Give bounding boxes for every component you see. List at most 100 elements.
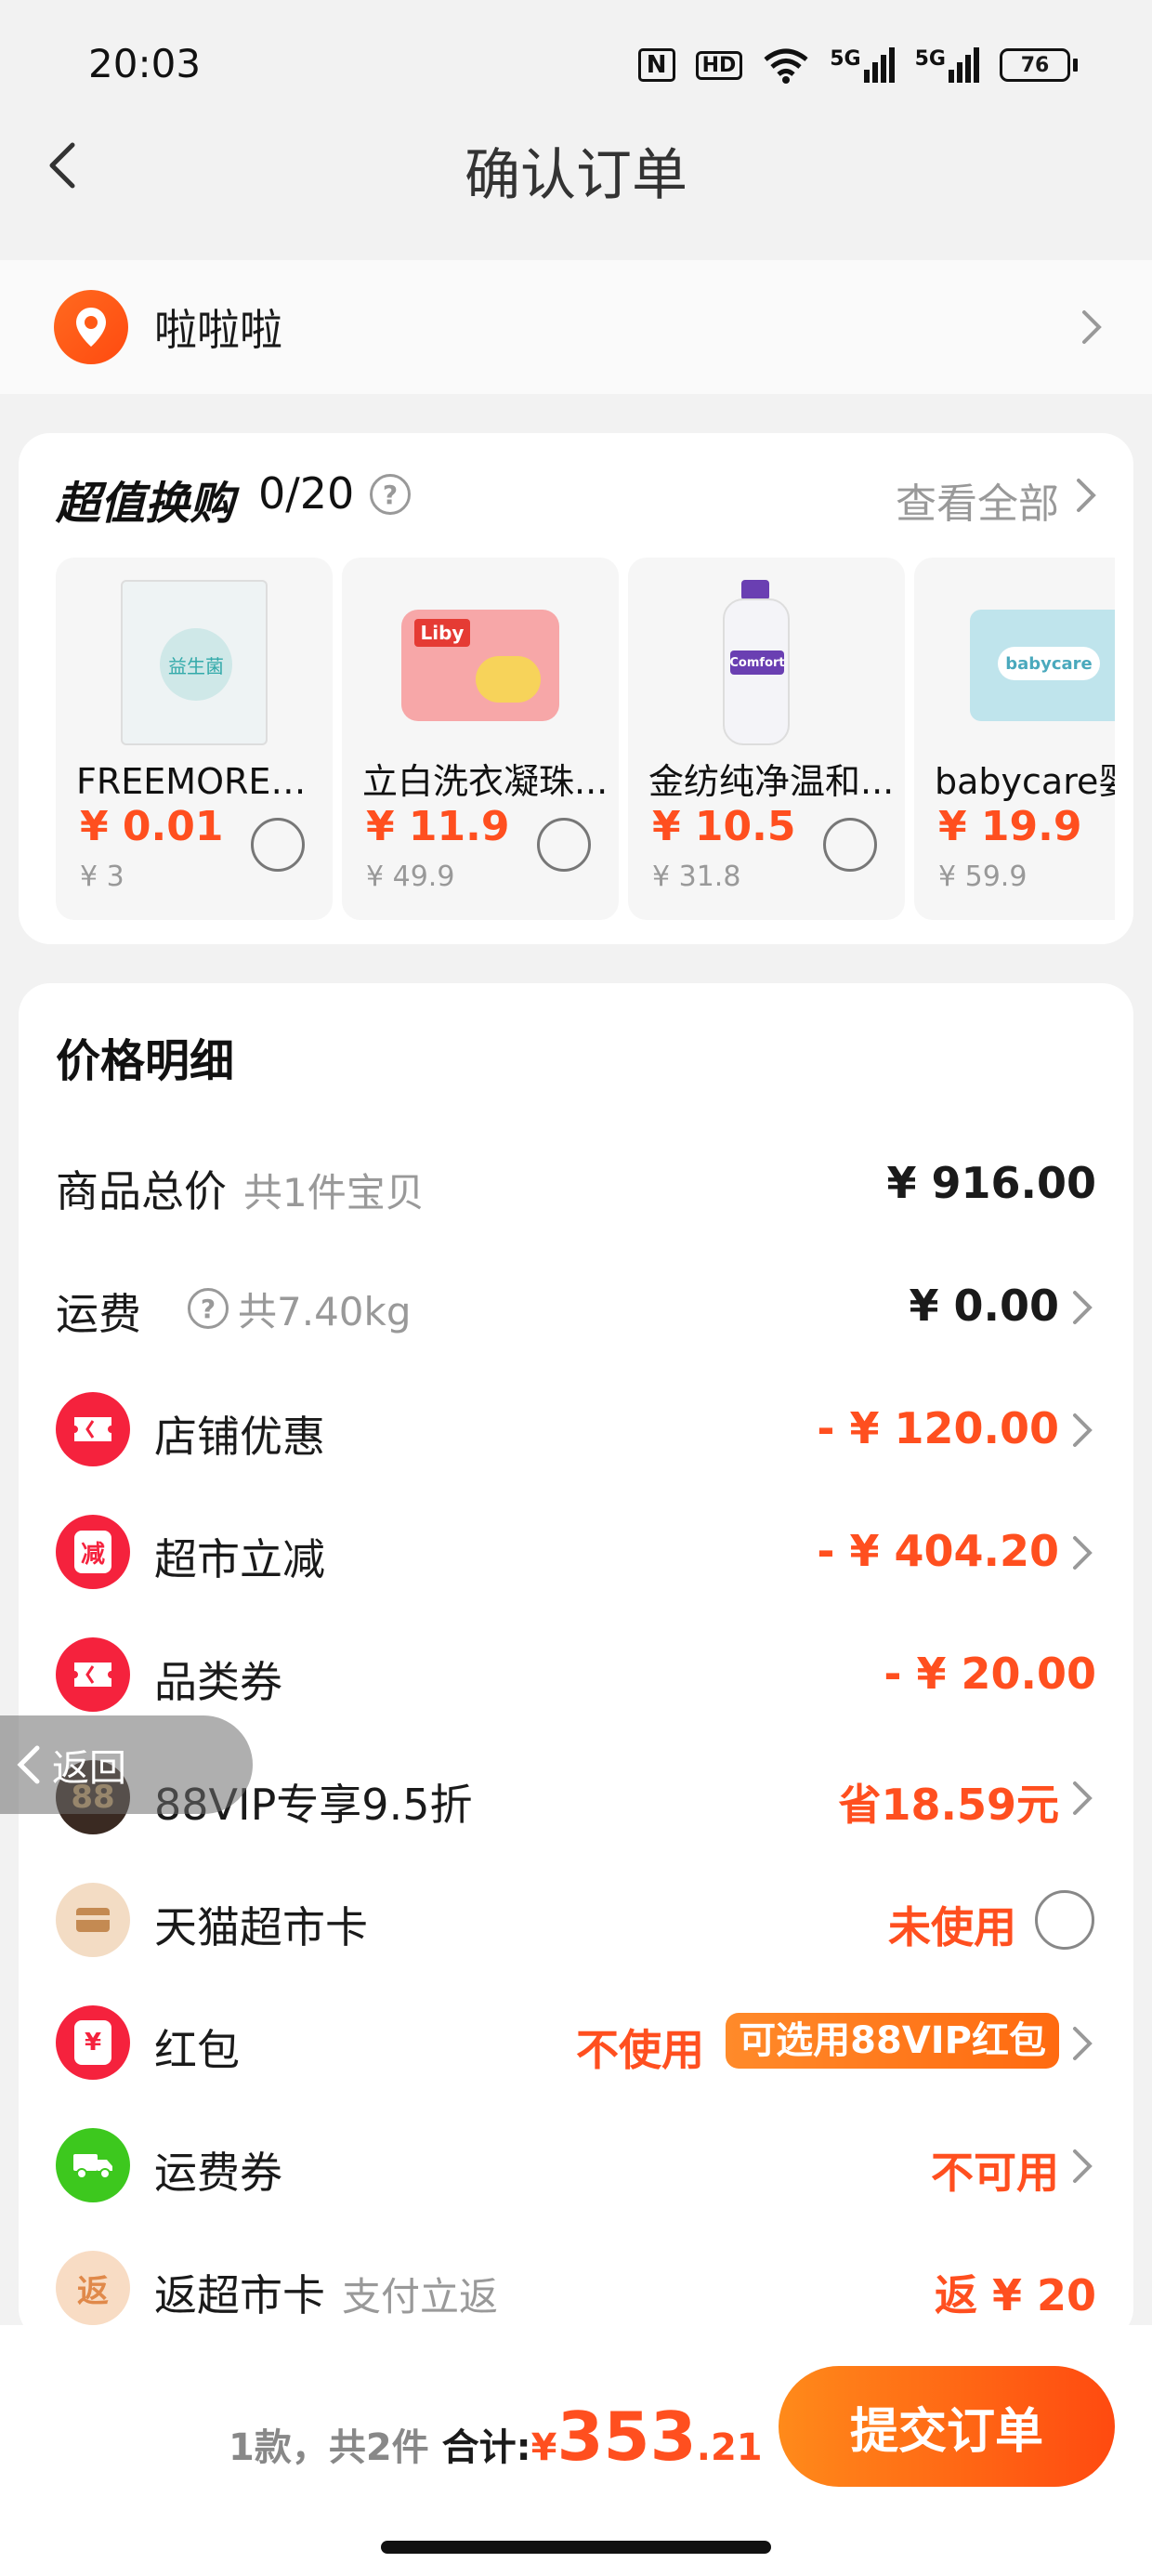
row-label: 超市立减 [154, 1534, 325, 1584]
cashback-icon: 返 [56, 2251, 130, 2325]
card-icon [56, 1883, 130, 1957]
row-store-discount[interactable]: 店铺优惠 - ¥ 120.00 [19, 1383, 1133, 1476]
product-card[interactable]: Comfort 金纺纯净温和... ¥ 10.5 ¥ 31.8 [628, 558, 905, 920]
product-price: ¥ 0.01 [80, 803, 224, 850]
select-radio[interactable] [537, 818, 591, 872]
row-value: 不使用 [576, 2025, 704, 2075]
total-amount-int: 353 [556, 2398, 697, 2476]
address-row[interactable]: 啦啦啦 [0, 260, 1152, 394]
product-original-price: ¥ 31.8 [652, 861, 741, 893]
row-tmall-card: 天猫超市卡 未使用 [19, 1873, 1133, 1966]
chevron-right-icon [1073, 1536, 1093, 1570]
view-all-link[interactable]: 查看全部 [896, 470, 1059, 530]
row-sub: 共1件宝贝 [243, 1170, 425, 1216]
product-name: 金纺纯净温和... [648, 761, 895, 802]
row-value: - ¥ 20.00 [884, 1649, 1096, 1699]
product-image: Liby [370, 572, 591, 749]
swap-count: 0/20 [258, 468, 355, 519]
chevron-right-icon [1073, 2149, 1093, 2183]
chevron-right-icon [1082, 310, 1102, 344]
row-label: 返超市卡 [154, 2270, 325, 2320]
currency-symbol: ¥ [530, 2426, 557, 2469]
row-label: 品类券 [154, 1657, 282, 1707]
wifi-icon [764, 48, 808, 84]
chevron-right-icon [1073, 1291, 1093, 1324]
vip-red-packet-badge[interactable]: 可选用88VIP红包 [726, 2013, 1059, 2069]
chevron-right-icon [1073, 2027, 1093, 2060]
row-value: - ¥ 404.20 [817, 1526, 1059, 1576]
chevron-right-icon [1073, 1413, 1093, 1447]
price-detail-title: 价格明细 [56, 1035, 235, 1087]
status-time: 20:03 [88, 41, 202, 86]
nav-bar: 确认订单 [0, 121, 1152, 214]
product-name: 立白洗衣凝珠... [362, 761, 609, 802]
page-title: 确认订单 [465, 143, 687, 208]
row-value: ¥ 916.00 [886, 1158, 1096, 1208]
row-shipping[interactable]: 运费 ? 共7.40kg ¥ 0.00 [19, 1260, 1133, 1353]
product-original-price: ¥ 59.9 [938, 861, 1028, 893]
row-value: 省18.59元 [838, 1780, 1059, 1830]
row-shipping-coupon[interactable]: 运费券 不可用 [19, 2119, 1133, 2212]
nfc-icon: N [637, 48, 675, 82]
product-strip: 益生菌 FREEMORE自... ¥ 0.01 ¥ 3 Liby 立白洗衣凝珠.… [56, 558, 1115, 920]
coupon-icon [56, 1637, 130, 1712]
product-card[interactable]: Liby 立白洗衣凝珠... ¥ 11.9 ¥ 49.9 [342, 558, 619, 920]
discount-icon: 减 [56, 1515, 130, 1589]
chevron-right-icon [1077, 479, 1096, 512]
product-price: ¥ 11.9 [366, 803, 510, 850]
floating-back-label: 返回 [52, 1747, 126, 1790]
product-original-price: ¥ 49.9 [366, 861, 455, 893]
row-label: 店铺优惠 [154, 1412, 325, 1462]
row-sub: 共7.40kg [238, 1289, 412, 1334]
row-label: 商品总价 [56, 1166, 227, 1216]
select-radio[interactable] [251, 818, 305, 872]
select-radio[interactable] [823, 818, 877, 872]
row-label: 天猫超市卡 [154, 1902, 368, 1952]
item-count: 1款，共2件 [229, 2426, 429, 2469]
row-sub: 支付立返 [342, 2274, 499, 2320]
red-packet-icon: ¥ [56, 2005, 130, 2080]
product-image: babycare [942, 572, 1115, 749]
product-image: 益生菌 [84, 572, 305, 749]
chevron-left-icon [17, 1745, 40, 1784]
row-category-coupon: 品类券 - ¥ 20.00 [19, 1628, 1133, 1721]
row-value: ¥ 0.00 [909, 1281, 1059, 1331]
home-indicator[interactable] [381, 2541, 771, 2554]
help-icon[interactable]: ? [370, 474, 411, 515]
status-icons: N HD 5G 5G 76 [637, 46, 1078, 84]
hd-icon: HD [695, 50, 743, 80]
bottom-bar: 1款，共2件 合计:¥353.21 提交订单 [0, 2325, 1152, 2576]
row-goods-total: 商品总价 共1件宝贝 ¥ 916.00 [19, 1137, 1133, 1230]
signal-icon-2: 5G [915, 47, 979, 83]
product-image: Comfort [656, 572, 877, 749]
coupon-icon [56, 1392, 130, 1466]
help-icon[interactable]: ? [188, 1288, 229, 1329]
row-value: 不可用 [931, 2148, 1059, 2198]
row-value: 返 ¥ 20 [934, 2270, 1096, 2320]
address-name: 啦啦啦 [154, 305, 282, 355]
status-bar: 20:03 N HD 5G 5G 76 [0, 0, 1152, 139]
chevron-right-icon [1073, 1781, 1093, 1815]
location-pin-icon [54, 290, 128, 364]
total-label: 合计: [441, 2426, 531, 2469]
product-name: babycare婴 [935, 761, 1115, 802]
row-label: 运费 [56, 1289, 141, 1339]
product-price: ¥ 10.5 [652, 803, 796, 850]
row-cashback-card: 返 返超市卡 支付立返 返 ¥ 20 [19, 2241, 1133, 2334]
price-detail-card: 价格明细 商品总价 共1件宝贝 ¥ 916.00 运费 ? 共7.40kg ¥ 0… [19, 983, 1133, 2340]
product-original-price: ¥ 3 [80, 861, 124, 893]
submit-order-button[interactable]: 提交订单 [779, 2366, 1115, 2487]
signal-icon-1: 5G [830, 47, 895, 83]
floating-back-button[interactable]: 返回 [0, 1715, 253, 1814]
total-amount-dec: .21 [696, 2426, 763, 2469]
row-value: 未使用 [888, 1902, 1016, 1952]
swap-card: 超值换购 0/20 ? 查看全部 益生菌 FREEMORE自... ¥ 0.01… [19, 433, 1133, 944]
order-summary: 1款，共2件 合计:¥353.21 [229, 2398, 763, 2476]
product-price: ¥ 19.9 [938, 803, 1082, 850]
use-card-radio[interactable] [1035, 1890, 1094, 1950]
product-card[interactable]: 益生菌 FREEMORE自... ¥ 0.01 ¥ 3 [56, 558, 333, 920]
row-red-packet[interactable]: ¥ 红包 不使用 可选用88VIP红包 [19, 1996, 1133, 2089]
product-card[interactable]: babycare babycare婴 ¥ 19.9 ¥ 59.9 [914, 558, 1115, 920]
row-supermarket-discount[interactable]: 减 超市立减 - ¥ 404.20 [19, 1505, 1133, 1598]
product-name: FREEMORE自... [76, 761, 323, 802]
